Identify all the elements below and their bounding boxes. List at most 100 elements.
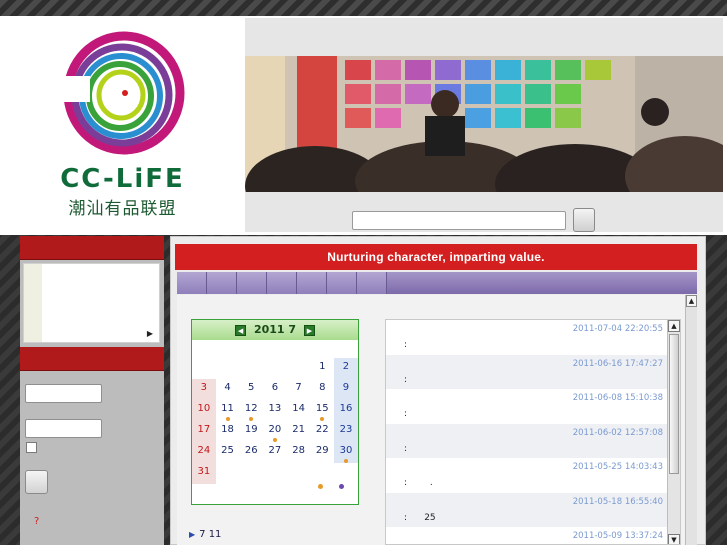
calendar-day[interactable]: 18 xyxy=(216,421,240,442)
triangle-right-icon: ▶ xyxy=(189,530,196,539)
calendar-year: 2011 xyxy=(253,323,285,336)
calendar-day[interactable]: 7 xyxy=(287,379,311,400)
remember-checkbox[interactable] xyxy=(26,442,37,453)
tab-2[interactable] xyxy=(207,272,237,294)
calendar-day[interactable]: 26 xyxy=(239,442,263,463)
post-date: 2011-06-02 12:57:08 xyxy=(572,427,663,438)
post-text: : . xyxy=(404,478,433,488)
post-date: 2011-07-04 22:20:55 xyxy=(572,324,663,334)
calendar-day[interactable]: 29 xyxy=(310,442,334,463)
legend-dot-icon xyxy=(339,484,344,489)
sidebar: ▶ ? xyxy=(20,236,164,545)
sidebar-header-login xyxy=(20,347,164,371)
calendar-day[interactable]: 8 xyxy=(310,379,334,400)
tab-7[interactable] xyxy=(357,272,387,294)
calendar: ◀ 2011 7 ▶ 1 2 3 4 5 6 7 8 9 10 11 12 13 14 15 16 17 18 19… xyxy=(191,319,359,505)
top-strip xyxy=(0,0,727,16)
calendar-day[interactable]: 13 xyxy=(263,400,287,421)
arrow-right-icon[interactable]: ▶ xyxy=(147,329,153,338)
calendar-day[interactable]: 1 xyxy=(310,358,334,379)
calendar-day[interactable]: 9 xyxy=(334,379,358,400)
calendar-day[interactable]: 2 xyxy=(334,358,358,379)
username-field[interactable] xyxy=(25,384,102,403)
banner-photo xyxy=(245,56,723,192)
banner-area xyxy=(245,18,723,232)
calendar-empty-cell xyxy=(216,358,240,379)
post-date: 2011-06-16 17:47:27 xyxy=(572,358,663,369)
tab-5[interactable] xyxy=(297,272,327,294)
post-date: 2011-05-25 14:03:43 xyxy=(572,462,663,472)
post-text: : 25 xyxy=(404,512,436,523)
calendar-day[interactable]: 11 xyxy=(216,400,240,421)
calendar-day[interactable]: 15 xyxy=(310,400,334,421)
site-header: CC-LiFE 潮汕有品联盟 xyxy=(0,16,727,235)
calendar-day[interactable]: 6 xyxy=(263,379,287,400)
list-item[interactable]: 2011-05-09 13:37:24 xyxy=(386,527,667,544)
post-date: 2011-05-09 13:37:24 xyxy=(572,531,663,541)
site-logo[interactable]: CC-LiFE 潮汕有品联盟 xyxy=(0,16,245,235)
logo-text-cn: 潮汕有品联盟 xyxy=(68,199,177,219)
tab-bar xyxy=(177,272,697,294)
scroll-up-icon[interactable]: ▲ xyxy=(686,295,697,307)
calendar-week: 24 25 26 27 28 29 30 xyxy=(192,442,358,463)
bottom-link[interactable]: ▶ 7 11 xyxy=(189,529,221,540)
banner-image xyxy=(245,56,723,192)
calendar-month: 7 xyxy=(288,323,297,336)
calendar-day[interactable]: 25 xyxy=(216,442,240,463)
posts-scrollbar[interactable]: ▲ ▼ xyxy=(667,320,680,544)
calendar-day[interactable]: 30 xyxy=(334,442,358,463)
content-scrollbar[interactable]: ▲ xyxy=(685,295,697,545)
calendar-day[interactable]: 27 xyxy=(263,442,287,463)
calendar-day[interactable]: 23 xyxy=(334,421,358,442)
scroll-up-icon[interactable]: ▲ xyxy=(668,320,680,332)
login-button[interactable] xyxy=(25,470,48,494)
help-link[interactable]: ? xyxy=(34,516,39,527)
calendar-empty-cell xyxy=(263,463,287,484)
prev-month-icon[interactable]: ◀ xyxy=(235,324,247,336)
tab-3[interactable] xyxy=(237,272,267,294)
search-button[interactable] xyxy=(573,208,595,232)
list-item[interactable]: 2011-05-25 14:03:43 : . xyxy=(386,458,667,493)
list-item[interactable]: 2011-06-16 17:47:27: xyxy=(386,354,667,389)
calendar-week: 12 xyxy=(192,358,358,379)
post-text: : xyxy=(404,374,408,385)
calendar-day[interactable]: 16 xyxy=(334,400,358,421)
calendar-day[interactable]: 14 xyxy=(287,400,311,421)
calendar-day[interactable]: 22 xyxy=(310,421,334,442)
next-month-icon[interactable]: ▶ xyxy=(303,324,315,336)
tab-1[interactable] xyxy=(177,272,207,294)
list-item[interactable]: 2011-05-18 16:55:40: 25 xyxy=(386,492,667,527)
calendar-grid: 1 2 3 4 5 6 7 8 9 10 11 12 13 14 15 16 17 18 19 20 21 22 23 24 2… xyxy=(192,358,358,484)
calendar-day[interactable]: 20 xyxy=(263,421,287,442)
calendar-day[interactable]: 5 xyxy=(239,379,263,400)
calendar-day[interactable]: 24 xyxy=(192,442,216,463)
calendar-day[interactable]: 4 xyxy=(216,379,240,400)
scroll-down-icon[interactable]: ▼ xyxy=(668,534,680,544)
calendar-day[interactable]: 31 xyxy=(192,463,216,484)
tab-6[interactable] xyxy=(327,272,357,294)
search-input[interactable] xyxy=(352,211,566,230)
calendar-day[interactable]: 3 xyxy=(192,379,216,400)
calendar-day[interactable]: 12 xyxy=(239,400,263,421)
calendar-week: 10 11 12 13 14 15 16 xyxy=(192,400,358,421)
post-text: : xyxy=(404,443,408,454)
calendar-day[interactable]: 17 xyxy=(192,421,216,442)
sidebar-panel: ▶ xyxy=(23,263,160,343)
list-item[interactable]: 2011-06-02 12:57:08: xyxy=(386,423,667,458)
logo-text-en: CC-LiFE xyxy=(60,164,185,194)
scroll-thumb[interactable] xyxy=(669,334,679,474)
post-text: : xyxy=(404,340,408,350)
calendar-empty-cell xyxy=(239,358,263,379)
tab-4[interactable] xyxy=(267,272,297,294)
post-date: 2011-06-08 15:10:38 xyxy=(572,393,663,403)
calendar-day[interactable]: 10 xyxy=(192,400,216,421)
calendar-empty-cell xyxy=(263,358,287,379)
calendar-day[interactable]: 19 xyxy=(239,421,263,442)
list-item[interactable]: 2011-07-04 22:20:55: xyxy=(386,320,667,355)
calendar-day[interactable]: 21 xyxy=(287,421,311,442)
list-item[interactable]: 2011-06-08 15:10:38: xyxy=(386,389,667,424)
calendar-empty-cell xyxy=(239,463,263,484)
password-field[interactable] xyxy=(25,419,102,438)
post-text: : xyxy=(404,409,408,419)
calendar-day[interactable]: 28 xyxy=(287,442,311,463)
